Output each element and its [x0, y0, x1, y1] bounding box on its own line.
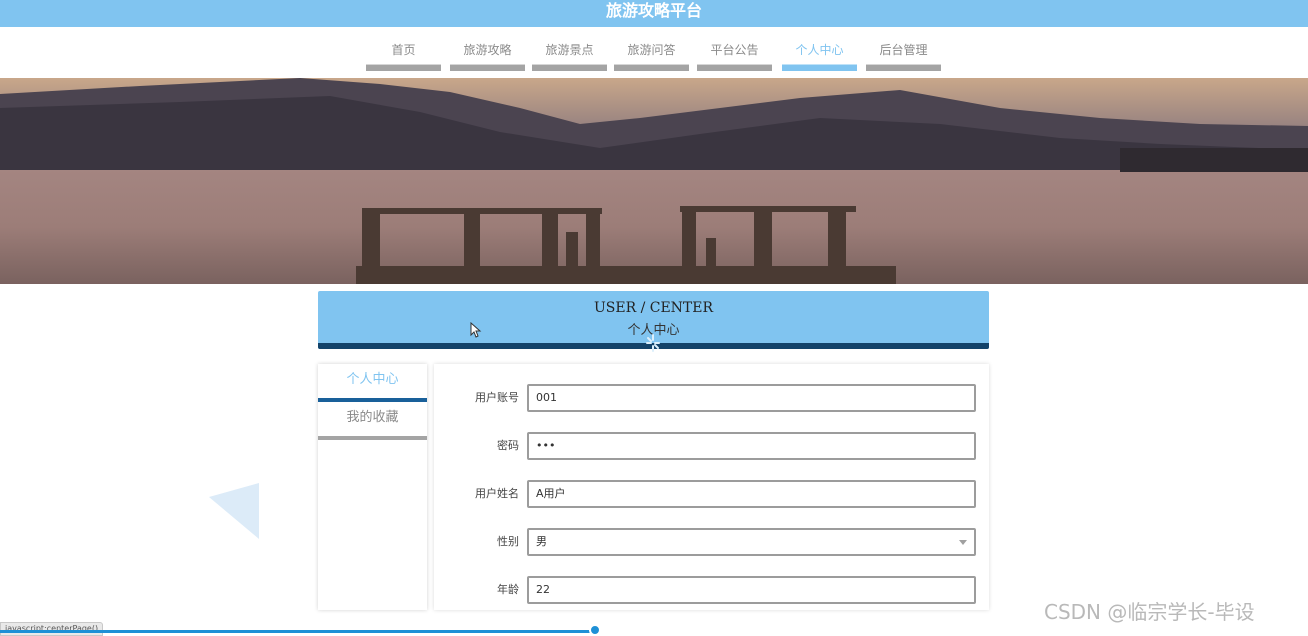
sidebar-item-favorites[interactable]: 我的收藏	[318, 402, 427, 440]
password-label: 密码	[497, 439, 519, 452]
sidebar-item-user-center[interactable]: 个人中心	[318, 364, 427, 402]
form-row-account: 用户账号 001	[434, 384, 989, 412]
page-load-progress	[0, 630, 596, 633]
main-nav: 首页 旅游攻略 旅游景点 旅游问答 平台公告 个人中心 后台管理	[0, 27, 1308, 78]
account-input[interactable]: 001	[527, 384, 976, 412]
form-row-password: 密码 •••	[434, 432, 989, 460]
name-input[interactable]: A用户	[527, 480, 976, 508]
name-label: 用户姓名	[475, 487, 519, 500]
password-input[interactable]: •••	[527, 432, 976, 460]
site-title: 旅游攻略平台	[605, 1, 702, 20]
nav-item-guides[interactable]: 旅游攻略	[450, 27, 525, 71]
profile-form: 用户账号 001 密码 ••• 用户姓名 A用户 性别 男 年龄 22	[434, 364, 989, 610]
nav-item-admin[interactable]: 后台管理	[866, 27, 941, 71]
nav-item-announcements[interactable]: 平台公告	[697, 27, 772, 71]
site-header: 旅游攻略平台	[0, 0, 1308, 27]
loading-spinner-icon	[646, 334, 660, 352]
hero-banner	[0, 78, 1308, 284]
chevron-down-icon	[959, 540, 967, 545]
user-sidebar: 个人中心 我的收藏	[318, 364, 427, 610]
decorative-triangle	[209, 483, 259, 539]
nav-item-user-center[interactable]: 个人中心	[782, 27, 857, 71]
form-row-age: 年龄 22	[434, 576, 989, 604]
form-row-name: 用户姓名 A用户	[434, 480, 989, 508]
nav-item-home[interactable]: 首页	[366, 27, 441, 71]
age-label: 年龄	[497, 583, 519, 596]
progress-handle[interactable]	[589, 624, 601, 636]
csdn-watermark: CSDN @临宗学长-毕设	[1044, 600, 1255, 624]
form-row-gender: 性别 男	[434, 528, 989, 556]
cursor-icon	[470, 322, 482, 338]
gender-value: 男	[536, 535, 547, 548]
section-title-en: USER / CENTER	[593, 300, 714, 316]
age-input[interactable]: 22	[527, 576, 976, 604]
gender-select[interactable]: 男	[527, 528, 976, 556]
gender-label: 性别	[497, 535, 519, 548]
nav-item-attractions[interactable]: 旅游景点	[532, 27, 607, 71]
account-label: 用户账号	[475, 391, 519, 404]
nav-item-qa[interactable]: 旅游问答	[614, 27, 689, 71]
lake-pier-image	[0, 78, 1308, 284]
